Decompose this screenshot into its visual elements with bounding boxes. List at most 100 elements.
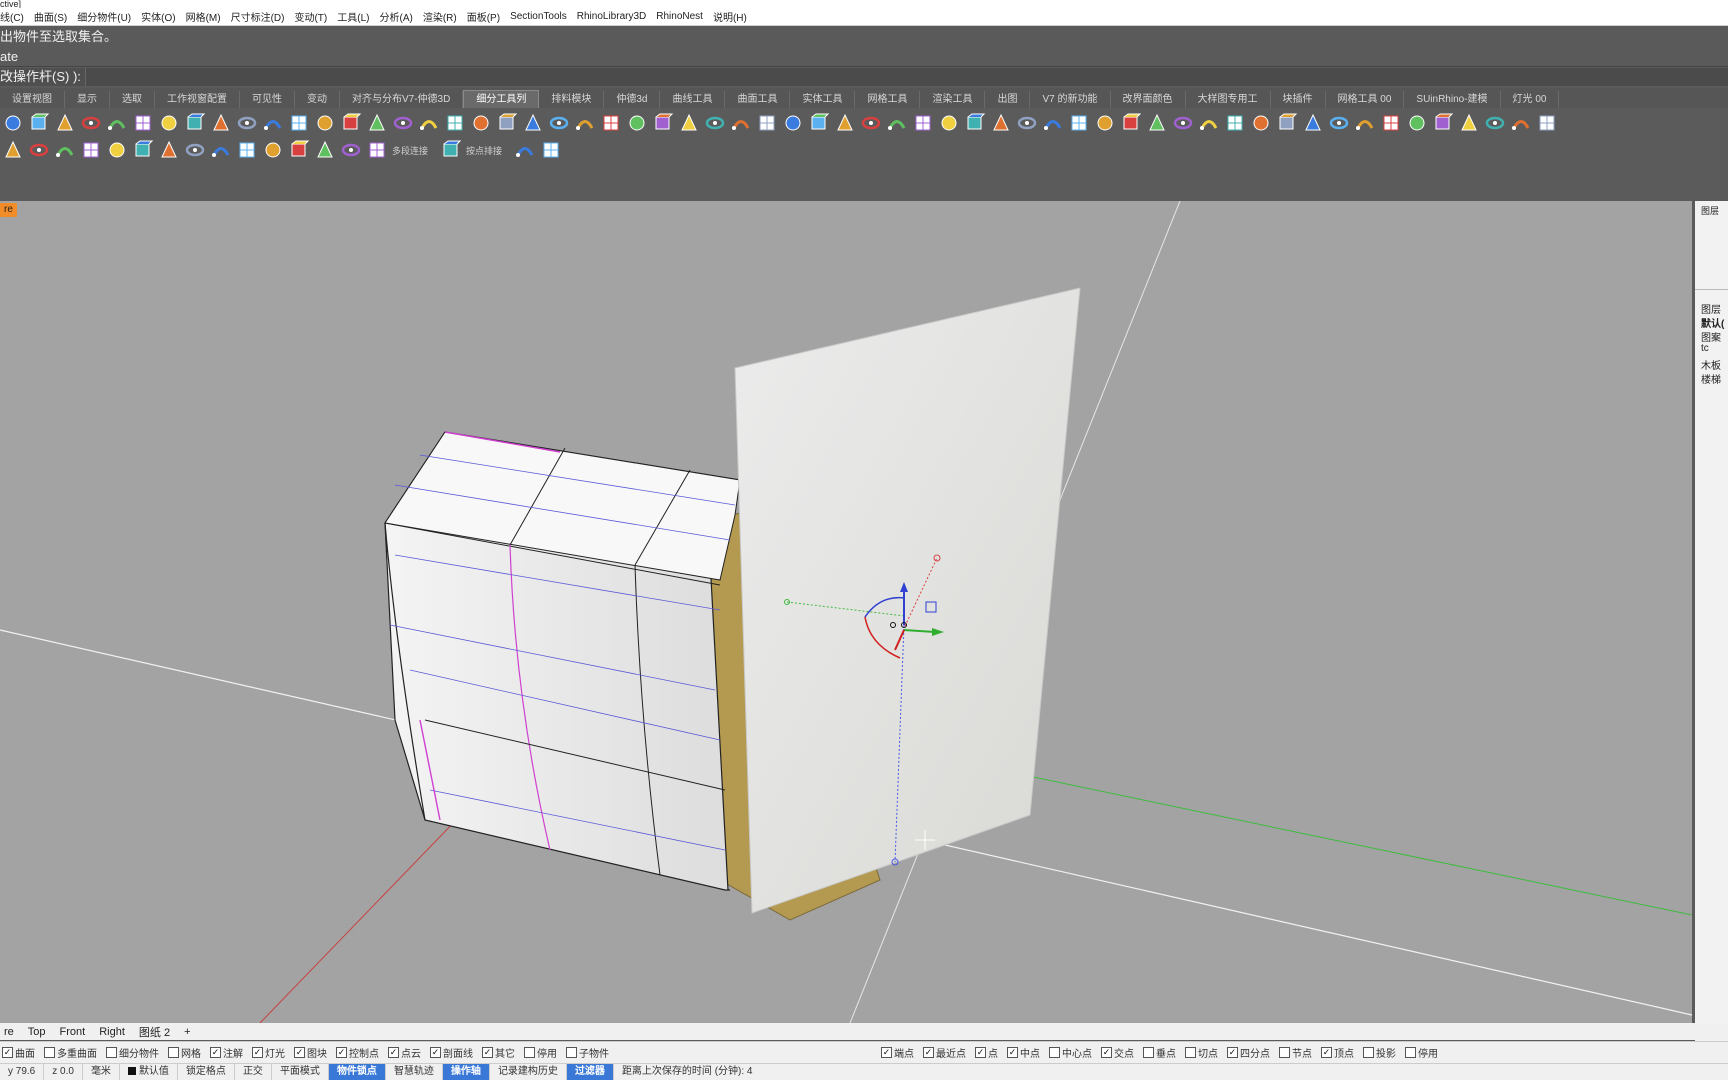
diamond-connect-icon[interactable]: [366, 139, 388, 161]
toolbar-tab-3[interactable]: 工作视窗配置: [155, 91, 240, 108]
list-icon[interactable]: [28, 139, 50, 161]
toolbar-tab-1[interactable]: 显示: [65, 91, 110, 108]
extrude-icon[interactable]: [184, 112, 206, 134]
toolbar-tab-17[interactable]: 改界面颜色: [1111, 91, 1186, 108]
tripod-icon[interactable]: [1250, 112, 1272, 134]
osnap_left-checkbox-4[interactable]: ✓ 注解: [210, 1045, 243, 1060]
lamp-icon[interactable]: [340, 139, 362, 161]
checkbox-box[interactable]: [524, 1047, 535, 1058]
menu-item-3[interactable]: 实体(O): [141, 9, 175, 24]
grid-lines-icon[interactable]: [2, 139, 24, 161]
checkbox-box[interactable]: ✓: [430, 1047, 441, 1058]
checkbox-box[interactable]: [106, 1047, 117, 1058]
checkbox-box[interactable]: [1363, 1047, 1374, 1058]
loft-icon[interactable]: [158, 112, 180, 134]
ellipse-icon[interactable]: [496, 112, 518, 134]
h-icon[interactable]: [1484, 112, 1506, 134]
menu-item-4[interactable]: 网格(M): [186, 9, 221, 24]
toolbar-tab-7[interactable]: 细分工具列: [463, 90, 540, 108]
checkbox-box[interactable]: ✓: [2, 1047, 13, 1058]
checkbox-box[interactable]: [168, 1047, 179, 1058]
menu-item-0[interactable]: 线(C): [0, 9, 24, 24]
menu-item-13[interactable]: RhinoNest: [656, 11, 703, 22]
diamond-icon[interactable]: [1016, 112, 1038, 134]
perspective-viewport[interactable]: [0, 201, 1692, 1023]
cogs-icon[interactable]: [158, 139, 180, 161]
mesh-icon[interactable]: [678, 112, 700, 134]
osnap_right-checkbox-6[interactable]: 垂点: [1143, 1045, 1176, 1060]
sphere-green-icon[interactable]: [886, 112, 908, 134]
viewport-scene[interactable]: [0, 201, 1692, 1023]
toolbar-tab-2[interactable]: 选取: [110, 91, 155, 108]
toolbar-tab-4[interactable]: 可见性: [240, 91, 295, 108]
osnap_left-checkbox-12[interactable]: 子物件: [566, 1045, 609, 1060]
cone-icon[interactable]: [54, 112, 76, 134]
shield-icon[interactable]: [938, 112, 960, 134]
bool-icon[interactable]: [704, 112, 726, 134]
toolbar-tab-14[interactable]: 渲染工具: [920, 91, 986, 108]
cylinder-icon[interactable]: [80, 112, 102, 134]
osnap_right-checkbox-4[interactable]: 中心点: [1049, 1045, 1092, 1060]
toolbar-tab-8[interactable]: 排料模块: [539, 91, 605, 108]
menu-item-7[interactable]: 工具(L): [337, 9, 369, 24]
viewport-tab-0[interactable]: re: [4, 1026, 14, 1038]
explode-icon[interactable]: [652, 112, 674, 134]
gem-icon[interactable]: [990, 112, 1012, 134]
menu-item-5[interactable]: 尺寸标注(D): [231, 9, 285, 24]
download-icon[interactable]: [1510, 112, 1532, 134]
checkbox-box[interactable]: [1049, 1047, 1060, 1058]
toolbar-tab-20[interactable]: 网格工具 00: [1326, 91, 1405, 108]
point-connect-label[interactable]: 按点排接: [466, 144, 502, 157]
pin-icon[interactable]: [1094, 112, 1116, 134]
globe-icon[interactable]: [782, 112, 804, 134]
layers-icon[interactable]: [106, 139, 128, 161]
panel-icon[interactable]: [1198, 112, 1220, 134]
wire-icon[interactable]: [470, 112, 492, 134]
sub-cube-icon[interactable]: [964, 112, 986, 134]
command-input[interactable]: [84, 68, 1728, 86]
network-icon[interactable]: [262, 112, 284, 134]
curve-icon[interactable]: [444, 112, 466, 134]
checkbox-box[interactable]: ✓: [252, 1047, 263, 1058]
status-toggle-0[interactable]: 锁定格点: [178, 1064, 235, 1080]
wave-icon[interactable]: [1302, 112, 1324, 134]
osnap_right-checkbox-8[interactable]: ✓ 四分点: [1227, 1045, 1270, 1060]
toolbar-tab-10[interactable]: 曲线工具: [660, 91, 726, 108]
osnap_left-checkbox-3[interactable]: 网格: [168, 1045, 201, 1060]
osnap_right-checkbox-3[interactable]: ✓ 中点: [1007, 1045, 1040, 1060]
osnap_right-checkbox-11[interactable]: 投影: [1363, 1045, 1396, 1060]
checkbox-box[interactable]: ✓: [210, 1047, 221, 1058]
hexagon-icon[interactable]: [540, 139, 562, 161]
box-icon[interactable]: [28, 112, 50, 134]
checkbox-box[interactable]: ✓: [1007, 1047, 1018, 1058]
star-icon[interactable]: [314, 139, 336, 161]
osnap_right-checkbox-0[interactable]: ✓ 端点: [881, 1045, 914, 1060]
wave2-icon[interactable]: [1328, 112, 1350, 134]
layer-item-3[interactable]: tc: [1701, 343, 1709, 354]
l-icon[interactable]: [1458, 112, 1480, 134]
checkbox-box[interactable]: ✓: [1227, 1047, 1238, 1058]
toolbar-tab-13[interactable]: 网格工具: [855, 91, 921, 108]
toolbar-tab-9[interactable]: 仲德3d: [604, 91, 661, 108]
menu-item-10[interactable]: 面板(P): [467, 9, 500, 24]
bulb-icon[interactable]: [514, 139, 536, 161]
colors-icon[interactable]: [132, 139, 154, 161]
osnap_right-checkbox-12[interactable]: 停用: [1405, 1045, 1438, 1060]
sweep-icon[interactable]: [236, 112, 258, 134]
menu-item-12[interactable]: RhinoLibrary3D: [577, 11, 646, 22]
layer-item-2[interactable]: 图案: [1701, 329, 1721, 344]
checkbox-box[interactable]: ✓: [923, 1047, 934, 1058]
refresh-icon[interactable]: [54, 139, 76, 161]
fan-icon[interactable]: [1354, 112, 1376, 134]
menu-item-6[interactable]: 变动(T): [294, 9, 327, 24]
osnap_right-checkbox-1[interactable]: ✓ 最近点: [923, 1045, 966, 1060]
checkbox-box[interactable]: ✓: [1101, 1047, 1112, 1058]
menu-item-11[interactable]: SectionTools: [510, 11, 567, 22]
subd-box-object[interactable]: [384, 431, 741, 891]
polyline-icon[interactable]: [392, 112, 414, 134]
status-toggle-3[interactable]: 物件锁点: [328, 1064, 386, 1080]
no-entry-icon[interactable]: [1172, 112, 1194, 134]
layer-item-5[interactable]: 楼梯: [1701, 371, 1721, 386]
bend-icon[interactable]: [340, 112, 362, 134]
toolbar-tab-22[interactable]: 灯光 00: [1501, 91, 1560, 108]
